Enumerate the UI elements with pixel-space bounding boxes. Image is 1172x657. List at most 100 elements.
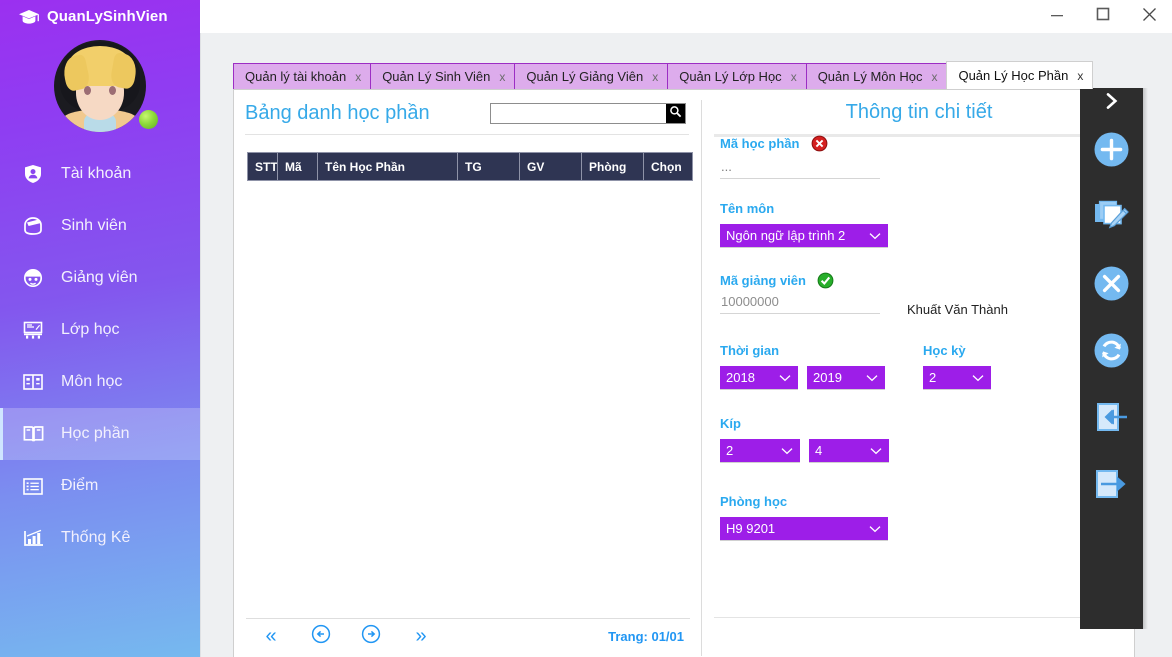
- column-header-chon[interactable]: Chọn: [643, 152, 693, 181]
- ten-mon-select[interactable]: Ngôn ngữ lập trình 2: [720, 224, 888, 247]
- ma-hoc-phan-input[interactable]: [720, 157, 880, 179]
- sidebar-item-diem[interactable]: Điểm: [0, 460, 200, 512]
- minimize-button[interactable]: [1034, 0, 1080, 33]
- sidebar-item-label: Học phần: [61, 425, 130, 442]
- tab-close-icon[interactable]: x: [652, 70, 658, 84]
- tab-close-icon[interactable]: x: [931, 70, 937, 84]
- tab-label: Quản Lý Học Phần: [958, 68, 1069, 83]
- tab-quan-ly-hoc-phan[interactable]: Quản Lý Học Phần x: [946, 61, 1094, 89]
- sidebar-nav: Tài khoản Sinh viên Giảng viên Lớp học M…: [0, 148, 200, 564]
- content-card: Bảng danh học phần STT Mã Tên Học Phần T…: [233, 89, 1135, 657]
- chevron-down-icon: [972, 370, 984, 385]
- application-window: QuanLySinhVien Tài khoản Sinh viên Giảng…: [0, 0, 1172, 657]
- avatar-container: [0, 40, 200, 132]
- field-label: Kíp: [720, 416, 741, 431]
- sidebar-item-hoc-phan[interactable]: Học phần: [0, 408, 200, 460]
- select-value: 2: [929, 370, 937, 385]
- tab-quan-ly-sinh-vien[interactable]: Quản Lý Sinh Viên x: [370, 63, 516, 89]
- tab-close-icon[interactable]: x: [355, 70, 361, 84]
- ma-giang-vien-input[interactable]: [720, 292, 880, 314]
- edit-button[interactable]: [1080, 185, 1143, 252]
- tab-close-icon[interactable]: x: [791, 70, 797, 84]
- tab-quan-ly-mon-hoc[interactable]: Quản Lý Môn Học x: [805, 63, 948, 89]
- pagination-bar: « » Trang: 01/01: [246, 618, 690, 654]
- table-header-row: STT Mã Tên Học Phần TG GV Phòng Chọn: [247, 152, 693, 181]
- thoi-gian-to-select[interactable]: 2019: [807, 366, 885, 389]
- sidebar-item-mon-hoc[interactable]: Môn học: [0, 356, 200, 408]
- maximize-icon: [1096, 7, 1110, 26]
- column-header-ma[interactable]: Mã: [277, 152, 318, 181]
- search-box: [490, 103, 686, 124]
- last-page-button[interactable]: »: [396, 620, 446, 654]
- tab-quan-ly-giang-vien[interactable]: Quản Lý Giảng Viên x: [514, 63, 669, 89]
- search-input[interactable]: [491, 104, 667, 123]
- x-circle-icon: [1093, 265, 1130, 307]
- kip-from-select[interactable]: 2: [720, 439, 800, 462]
- rail-toggle-button[interactable]: [1080, 88, 1143, 118]
- next-page-button[interactable]: [346, 620, 396, 654]
- field-label: Học kỳ: [923, 343, 966, 358]
- double-chevron-right-icon: »: [415, 625, 427, 647]
- hoc-ky-select[interactable]: 2: [923, 366, 991, 389]
- sidebar-item-giang-vien[interactable]: Giảng viên: [0, 252, 200, 304]
- refresh-button[interactable]: [1080, 319, 1143, 386]
- field-label: Thời gian: [720, 343, 780, 358]
- tab-label: Quản Lý Lớp Học: [679, 69, 782, 84]
- tab-quan-ly-tai-khoan[interactable]: Quản lý tài khoản x: [233, 63, 372, 89]
- delete-button[interactable]: [1080, 252, 1143, 319]
- close-icon: [1142, 7, 1157, 27]
- field-hoc-ky: Học kỳ 2: [923, 342, 1003, 389]
- sidebar-item-tai-khoan[interactable]: Tài khoản: [0, 148, 200, 200]
- tab-quan-ly-lop-hoc[interactable]: Quản Lý Lớp Học x: [667, 63, 807, 89]
- detail-title: Thông tin chi tiết: [845, 101, 993, 123]
- left-pane-header: Bảng danh học phần: [234, 90, 701, 125]
- rail-shadow: [1143, 88, 1148, 629]
- export-button[interactable]: [1080, 453, 1143, 520]
- column-header-phong[interactable]: Phòng: [581, 152, 644, 181]
- sidebar-item-label: Thống Kê: [61, 529, 131, 546]
- tab-strip: Quản lý tài khoản x Quản Lý Sinh Viên x …: [233, 61, 1094, 89]
- sidebar-item-label: Giảng viên: [61, 269, 138, 286]
- phong-hoc-select[interactable]: H9 9201: [720, 517, 888, 540]
- prev-page-button[interactable]: [296, 620, 346, 654]
- online-status-indicator: [139, 110, 158, 129]
- search-button[interactable]: [666, 104, 685, 123]
- chevron-down-icon: [866, 370, 878, 385]
- column-header-gv[interactable]: GV: [519, 152, 582, 181]
- next-circle-icon: [361, 624, 381, 650]
- valid-status-icon: [817, 272, 834, 289]
- graduation-cap-icon: [18, 8, 40, 26]
- sidebar-item-thong-ke[interactable]: Thống Kê: [0, 512, 200, 564]
- kip-to-select[interactable]: 4: [809, 439, 889, 462]
- select-value: H9 9201: [726, 521, 776, 536]
- header-divider: [245, 134, 689, 135]
- sidebar-item-sinh-vien[interactable]: Sinh viên: [0, 200, 200, 252]
- workspace: Quản lý tài khoản x Quản Lý Sinh Viên x …: [200, 33, 1172, 657]
- add-button[interactable]: [1080, 118, 1143, 185]
- sidebar-item-lop-hoc[interactable]: Lớp học: [0, 304, 200, 356]
- field-label: Phòng học: [720, 494, 788, 509]
- select-value: 2: [726, 443, 734, 458]
- select-value: 2018: [726, 370, 755, 385]
- tab-close-icon[interactable]: x: [1077, 69, 1083, 83]
- bar-chart-icon: [22, 527, 44, 549]
- first-page-button[interactable]: «: [246, 620, 296, 654]
- student-cap-icon: [22, 215, 44, 237]
- column-header-ten[interactable]: Tên Học Phần: [317, 152, 458, 181]
- teacher-face-icon: [22, 267, 44, 289]
- detail-pane: Thông tin chi tiết Mã học phần ... Tên m…: [702, 90, 1136, 657]
- grade-list-icon: [22, 475, 44, 497]
- tab-close-icon[interactable]: x: [499, 70, 505, 84]
- column-header-tg[interactable]: TG: [457, 152, 520, 181]
- page-info: Trang: 01/01: [608, 629, 684, 644]
- import-button[interactable]: [1080, 386, 1143, 453]
- field-kip: Kíp 2 4: [720, 415, 900, 462]
- double-chevron-left-icon: «: [265, 625, 277, 647]
- window-titlebar: [200, 0, 1172, 33]
- close-button[interactable]: [1126, 0, 1172, 33]
- maximize-button[interactable]: [1080, 0, 1126, 33]
- plus-circle-icon: [1093, 131, 1130, 173]
- column-header-stt[interactable]: STT: [247, 152, 278, 181]
- thoi-gian-from-select[interactable]: 2018: [720, 366, 798, 389]
- app-title: QuanLySinhVien: [47, 8, 168, 25]
